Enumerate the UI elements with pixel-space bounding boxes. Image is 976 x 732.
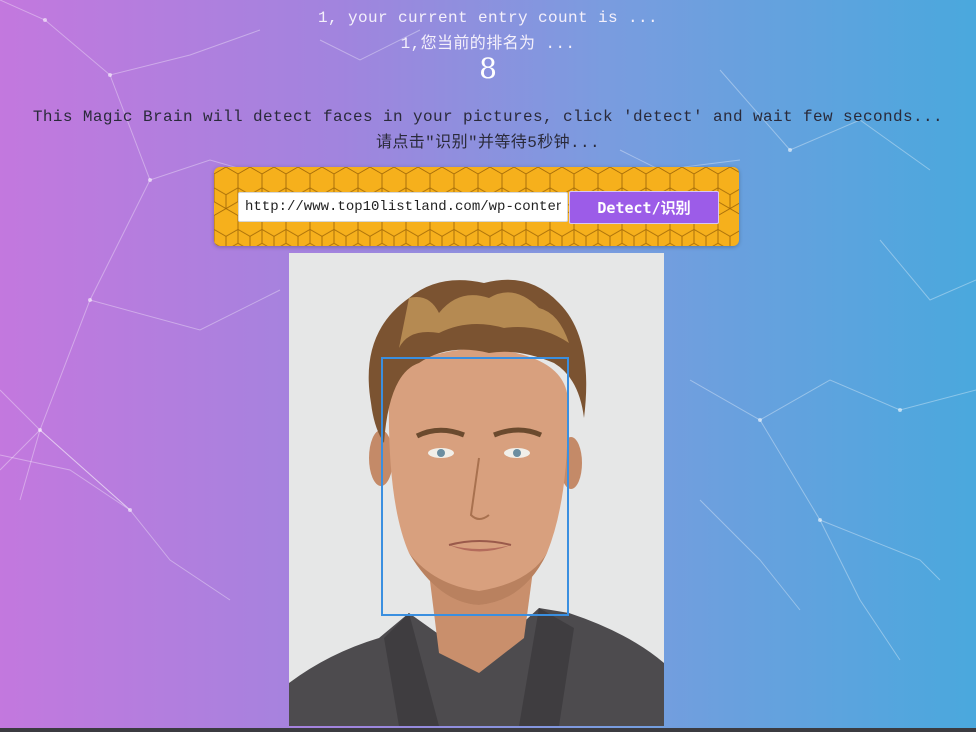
instructions-text-en: This Magic Brain will detect faces in yo…: [32, 108, 944, 126]
face-detection-box: [381, 357, 569, 616]
instructions-text-zh: 请点击"识别"并等待5秒钟...: [375, 134, 600, 152]
entry-count-text-en: 1, your current entry count is ...: [317, 9, 659, 27]
entry-count-value: 8: [479, 52, 497, 85]
entry-count-text-zh: 1,您当前的排名为 ...: [400, 35, 576, 53]
detect-button[interactable]: Detect/识别: [569, 191, 719, 224]
analyzed-photo: [289, 253, 664, 726]
bottom-edge-bar: [0, 728, 976, 732]
image-url-input[interactable]: [238, 192, 568, 222]
detect-form-panel: Detect/识别: [214, 167, 739, 246]
